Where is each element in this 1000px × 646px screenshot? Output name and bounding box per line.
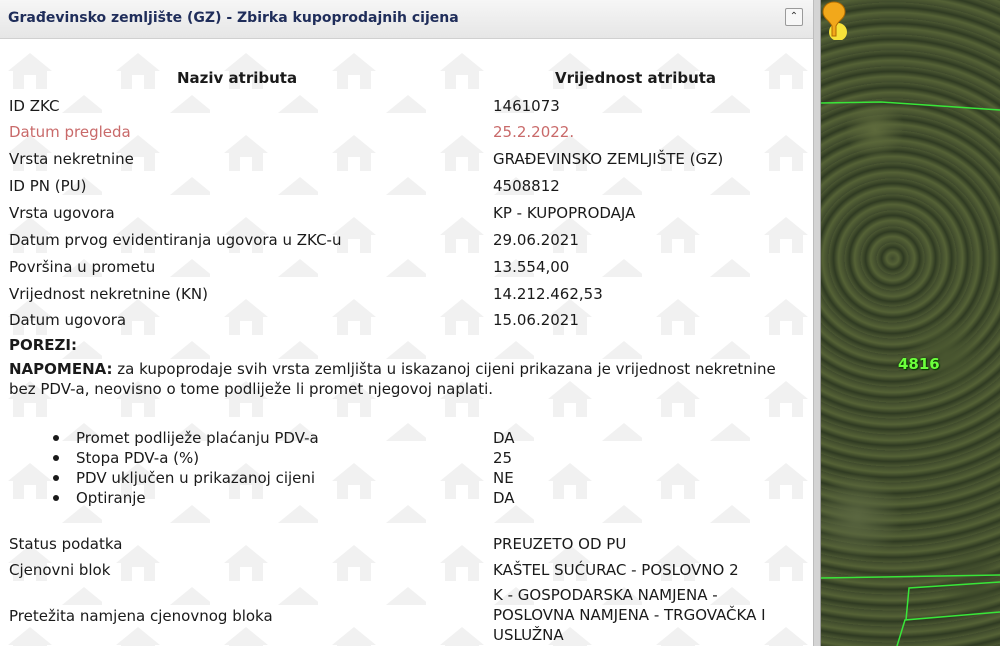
attribute-label: Datum prvog evidentiranja ugovora u ZKC-… bbox=[9, 231, 342, 249]
note-label: NAPOMENA: bbox=[9, 360, 113, 378]
tax-item-label: Stopa PDV-a (%) bbox=[76, 449, 200, 467]
map-pin-icon[interactable] bbox=[821, 0, 847, 40]
attribute-value: 13.554,00 bbox=[493, 258, 570, 276]
collapse-icon[interactable]: ⌃ bbox=[785, 8, 803, 26]
attribute-content: Naziv atributa Vrijednost atributa ID ZK… bbox=[0, 39, 813, 646]
bullet-icon bbox=[53, 455, 59, 461]
attribute-label: Vrsta ugovora bbox=[9, 204, 115, 222]
tax-item-value: DA bbox=[493, 489, 515, 507]
attribute-value: PREUZETO OD PU bbox=[493, 535, 627, 553]
attribute-label: ID PN (PU) bbox=[9, 177, 87, 195]
attribute-label: Datum ugovora bbox=[9, 311, 127, 329]
attribute-label: Status podatka bbox=[9, 535, 123, 553]
bullet-icon bbox=[53, 435, 59, 441]
taxes-heading: POREZI: bbox=[9, 336, 77, 354]
panel-splitter[interactable] bbox=[813, 0, 821, 646]
panel-title: Građevinsko zemljište (GZ) - Zbirka kupo… bbox=[8, 10, 459, 26]
note-text: za kupoprodaje svih vrsta zemljišta u is… bbox=[9, 360, 776, 398]
tax-item-label: Optiranje bbox=[76, 489, 146, 507]
attribute-label: Vrsta nekretnine bbox=[9, 150, 134, 168]
tax-item-label: Promet podliježe plaćanju PDV-a bbox=[76, 429, 319, 447]
bullet-icon bbox=[53, 495, 59, 501]
attribute-label: Datum pregleda bbox=[9, 123, 131, 141]
bullet-icon bbox=[53, 475, 59, 481]
column-header-value: Vrijednost atributa bbox=[555, 69, 717, 87]
attribute-label: Površina u prometu bbox=[9, 258, 156, 276]
attribute-label: ID ZKC bbox=[9, 97, 60, 115]
attribute-value: 25.2.2022. bbox=[493, 123, 575, 141]
attribute-value: 14.212.462,53 bbox=[493, 285, 603, 303]
parcel-label: 4816 bbox=[898, 355, 940, 373]
attribute-value: GRAĐEVINSKO ZEMLJIŠTE (GZ) bbox=[493, 150, 724, 168]
tax-item-value: 25 bbox=[493, 449, 513, 467]
tax-item-value: NE bbox=[493, 469, 514, 487]
attribute-value: 15.06.2021 bbox=[493, 311, 579, 329]
attribute-value: 29.06.2021 bbox=[493, 231, 579, 249]
parcel-boundaries bbox=[821, 101, 1000, 646]
attribute-value: KP - KUPOPRODAJA bbox=[493, 204, 636, 222]
attribute-label: Vrijednost nekretnine (KN) bbox=[9, 285, 208, 303]
taxes-note: NAPOMENA: za kupoprodaje svih vrsta zeml… bbox=[9, 359, 799, 399]
attribute-value: KAŠTEL SUĆURAC - POSLOVNO 2 bbox=[493, 561, 739, 579]
attribute-value: 4508812 bbox=[493, 177, 560, 195]
map-view[interactable]: 4816 bbox=[821, 0, 1000, 646]
attribute-value: K - GOSPODARSKA NAMJENA - POSLOVNA NAMJE… bbox=[493, 586, 766, 644]
attribute-label: Pretežita namjena cjenovnog bloka bbox=[9, 607, 273, 625]
attribute-label: Cjenovni blok bbox=[9, 561, 111, 579]
attribute-panel: Građevinsko zemljište (GZ) - Zbirka kupo… bbox=[0, 0, 813, 646]
tax-item-label: PDV uključen u prikazanoj cijeni bbox=[76, 469, 316, 487]
attribute-value: 1461073 bbox=[493, 97, 560, 115]
panel-header: Građevinsko zemljište (GZ) - Zbirka kupo… bbox=[0, 0, 813, 39]
tax-item-value: DA bbox=[493, 429, 515, 447]
column-header-name: Naziv atributa bbox=[177, 69, 298, 87]
